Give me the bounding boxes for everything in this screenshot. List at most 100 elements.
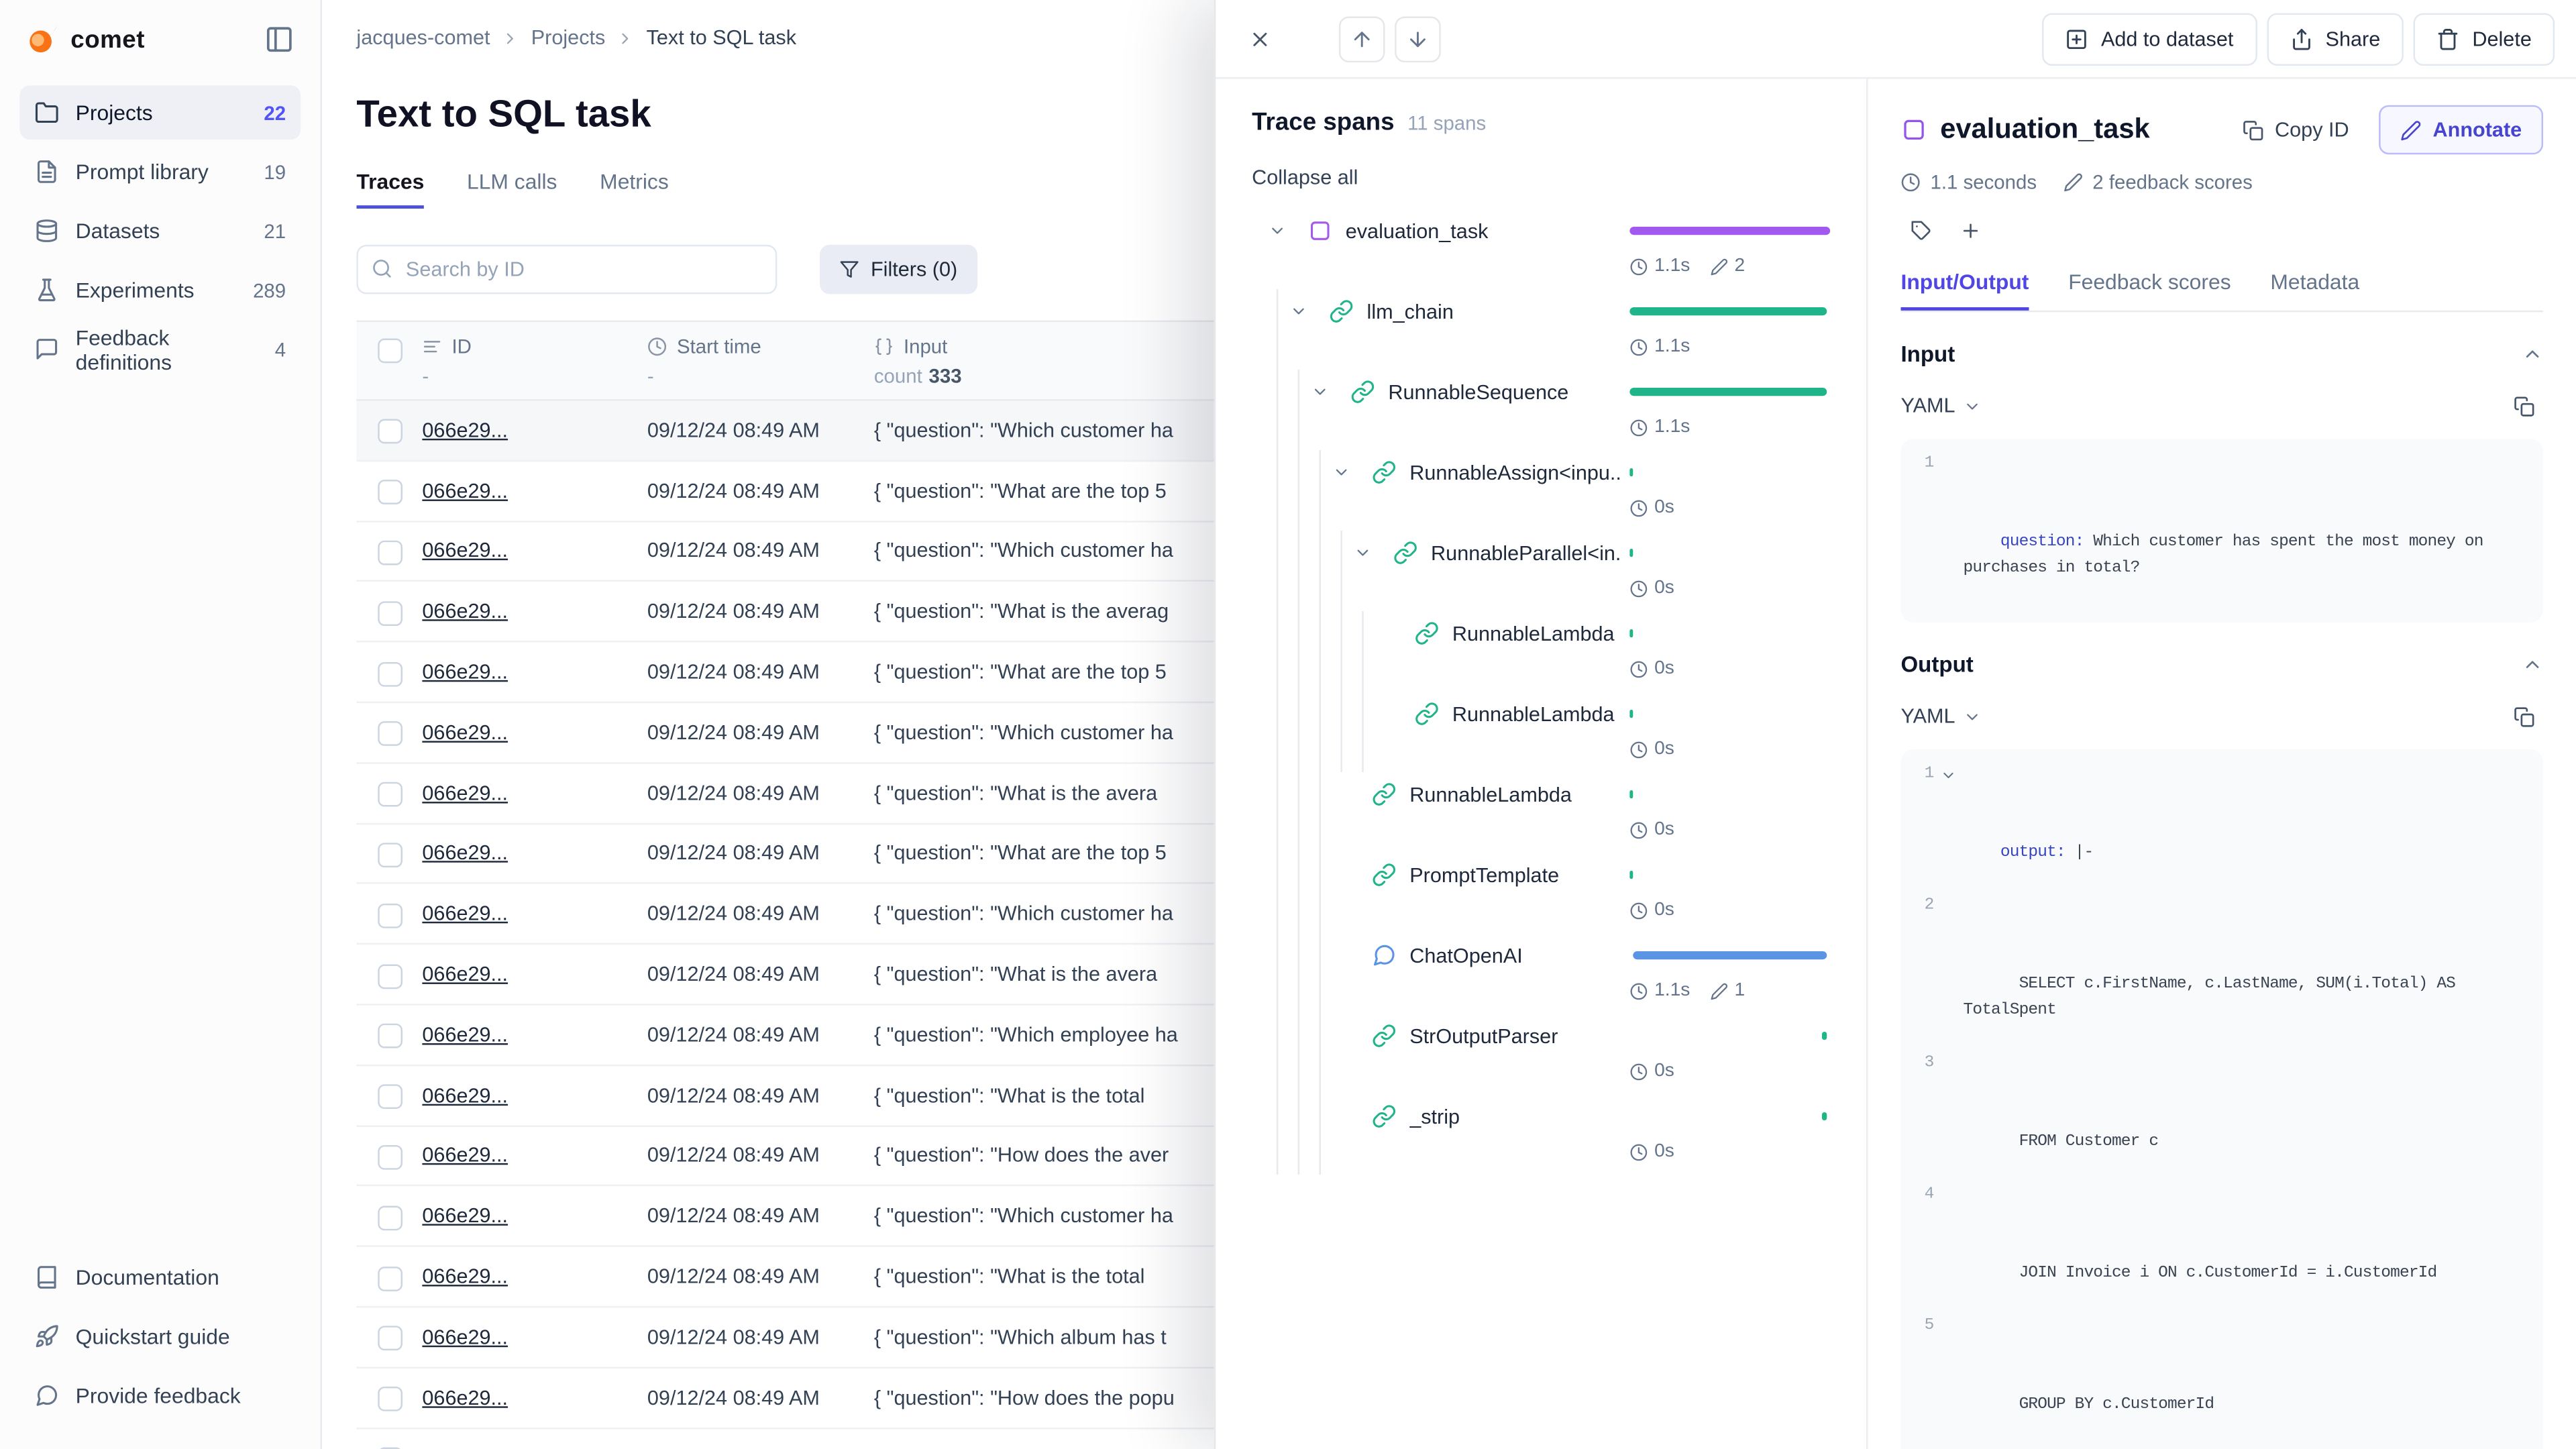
- sidebar-item-prompt-library[interactable]: Prompt library 19: [19, 145, 301, 199]
- row-checkbox[interactable]: [377, 661, 402, 686]
- trace-id-link[interactable]: 066e29...: [422, 1144, 508, 1167]
- span-row-runnableparallel-in[interactable]: RunnableParallel<in... 0s: [1252, 531, 1830, 611]
- previous-trace-button[interactable]: [1339, 15, 1385, 62]
- trace-id-link[interactable]: 066e29...: [422, 1446, 508, 1449]
- chevron-up-icon[interactable]: [2522, 343, 2543, 365]
- row-checkbox[interactable]: [377, 903, 402, 928]
- trace-id-link[interactable]: 066e29...: [422, 661, 508, 684]
- sidebar-item-provide-feedback[interactable]: Provide feedback: [19, 1368, 301, 1423]
- detail-tab-metadata[interactable]: Metadata: [2270, 270, 2359, 311]
- row-checkbox[interactable]: [377, 601, 402, 626]
- row-checkbox[interactable]: [377, 1145, 402, 1170]
- braces-icon: [874, 337, 894, 356]
- trace-id-link[interactable]: 066e29...: [422, 539, 508, 562]
- row-checkbox[interactable]: [377, 419, 402, 444]
- row-checkbox[interactable]: [377, 1205, 402, 1230]
- trace-id-link[interactable]: 066e29...: [422, 1265, 508, 1288]
- row-checkbox[interactable]: [377, 1024, 402, 1049]
- copy-input-button[interactable]: [2504, 386, 2543, 426]
- trace-id-link[interactable]: 066e29...: [422, 1326, 508, 1348]
- column-header-id[interactable]: ID -: [422, 335, 647, 388]
- trace-id-link[interactable]: 066e29...: [422, 782, 508, 804]
- span-row-runnablelambda[interactable]: RunnableLambda 0s: [1252, 772, 1830, 853]
- search-input[interactable]: [356, 245, 777, 294]
- tab-traces[interactable]: Traces: [356, 169, 424, 209]
- arrow-down-icon: [1406, 27, 1429, 50]
- copy-id-button[interactable]: Copy ID: [2226, 105, 2366, 154]
- row-checkbox[interactable]: [377, 722, 402, 747]
- share-button[interactable]: Share: [2266, 12, 2403, 64]
- span-row-evaluation-task[interactable]: evaluation_task 1.1s 2: [1252, 209, 1830, 289]
- chevron-down-icon[interactable]: [1289, 303, 1307, 321]
- breadcrumb-item-jacques-comet[interactable]: jacques-comet: [356, 26, 490, 49]
- sidebar-item-experiments[interactable]: Experiments 289: [19, 263, 301, 317]
- filters-button[interactable]: Filters (0): [820, 245, 977, 294]
- row-checkbox[interactable]: [377, 1266, 402, 1291]
- fold-toggle-icon[interactable]: [1940, 767, 1956, 784]
- select-all-checkbox[interactable]: [377, 338, 402, 363]
- sidebar-item-projects[interactable]: Projects 22: [19, 85, 301, 140]
- trace-id-link[interactable]: 066e29...: [422, 721, 508, 744]
- add-tag-button[interactable]: [1950, 210, 1990, 250]
- span-row-stroutputparser[interactable]: StrOutputParser 0s: [1252, 1014, 1830, 1094]
- column-header-start-time[interactable]: Start time -: [647, 335, 874, 388]
- trace-id-link[interactable]: 066e29...: [422, 902, 508, 925]
- tab-llm-calls[interactable]: LLM calls: [467, 169, 557, 209]
- trace-id-link[interactable]: 066e29...: [422, 1023, 508, 1046]
- detail-tab-input-output[interactable]: Input/Output: [1900, 270, 2029, 311]
- line-number: 1: [1914, 762, 1933, 788]
- trace-id-link[interactable]: 066e29...: [422, 1083, 508, 1106]
- sidebar-item-documentation[interactable]: Documentation: [19, 1250, 301, 1305]
- collapse-all-button[interactable]: Collapse all: [1252, 166, 1358, 189]
- chevron-up-icon[interactable]: [2522, 654, 2543, 676]
- sidebar-item-feedback-definitions[interactable]: Feedback definitions 4: [19, 322, 301, 376]
- span-row-chatopenai[interactable]: ChatOpenAI 1.1s 1: [1252, 933, 1830, 1014]
- tab-metrics[interactable]: Metrics: [600, 169, 669, 209]
- row-checkbox[interactable]: [377, 1387, 402, 1411]
- chevron-down-icon[interactable]: [1354, 544, 1372, 562]
- row-checkbox[interactable]: [377, 1326, 402, 1351]
- row-checkbox[interactable]: [377, 541, 402, 566]
- trace-id-link[interactable]: 066e29...: [422, 1386, 508, 1409]
- detail-tab-feedback-scores[interactable]: Feedback scores: [2068, 270, 2231, 311]
- sidebar-item-quickstart-guide[interactable]: Quickstart guide: [19, 1309, 301, 1364]
- trace-id-link[interactable]: 066e29...: [422, 479, 508, 502]
- next-trace-button[interactable]: [1395, 15, 1441, 62]
- row-checkbox[interactable]: [377, 843, 402, 867]
- trace-id-link[interactable]: 066e29...: [422, 842, 508, 865]
- output-format-select[interactable]: YAML: [1900, 705, 1981, 728]
- span-row-runnablelambda[interactable]: RunnableLambda 0s: [1252, 692, 1830, 772]
- sidebar-item-datasets[interactable]: Datasets 21: [19, 204, 301, 258]
- input-format-select[interactable]: YAML: [1900, 394, 1981, 417]
- tags-button[interactable]: [1900, 210, 1940, 250]
- chevron-down-icon[interactable]: [1269, 222, 1287, 240]
- span-row-strip[interactable]: _strip 0s: [1252, 1094, 1830, 1175]
- copy-output-button[interactable]: [2504, 696, 2543, 736]
- comet-logo[interactable]: comet: [26, 23, 145, 56]
- trace-id-link[interactable]: 066e29...: [422, 419, 508, 441]
- row-checkbox[interactable]: [377, 1085, 402, 1110]
- start-time-cell: 09/12/24 08:49 AM: [647, 479, 874, 502]
- trash-icon: [2436, 27, 2459, 50]
- delete-button[interactable]: Delete: [2413, 12, 2555, 64]
- code-line: 5 GROUP BY c.CustomerId: [1914, 1314, 2530, 1446]
- trace-id-link[interactable]: 066e29...: [422, 1205, 508, 1228]
- trace-id-link[interactable]: 066e29...: [422, 963, 508, 985]
- span-row-llm-chain[interactable]: llm_chain 1.1s: [1252, 289, 1830, 370]
- span-row-runnablelambda[interactable]: RunnableLambda 0s: [1252, 611, 1830, 692]
- span-row-prompttemplate[interactable]: PromptTemplate 0s: [1252, 853, 1830, 933]
- annotate-button[interactable]: Annotate: [2379, 105, 2543, 154]
- chevron-down-icon[interactable]: [1311, 383, 1329, 401]
- add-to-dataset-button[interactable]: Add to dataset: [2042, 12, 2257, 64]
- trace-id-link[interactable]: 066e29...: [422, 600, 508, 623]
- breadcrumb-item-projects[interactable]: Projects: [531, 26, 606, 49]
- span-row-runnableassign-inpu[interactable]: RunnableAssign<inpu... 0s: [1252, 450, 1830, 531]
- row-checkbox[interactable]: [377, 782, 402, 807]
- row-checkbox[interactable]: [377, 480, 402, 505]
- sidebar-toggle-button[interactable]: [264, 25, 294, 54]
- row-checkbox[interactable]: [377, 963, 402, 988]
- close-button[interactable]: [1237, 15, 1283, 62]
- span-row-runnablesequence[interactable]: RunnableSequence 1.1s: [1252, 370, 1830, 450]
- chevron-down-icon[interactable]: [1332, 464, 1350, 482]
- span-meta: 0s: [1629, 570, 1830, 606]
